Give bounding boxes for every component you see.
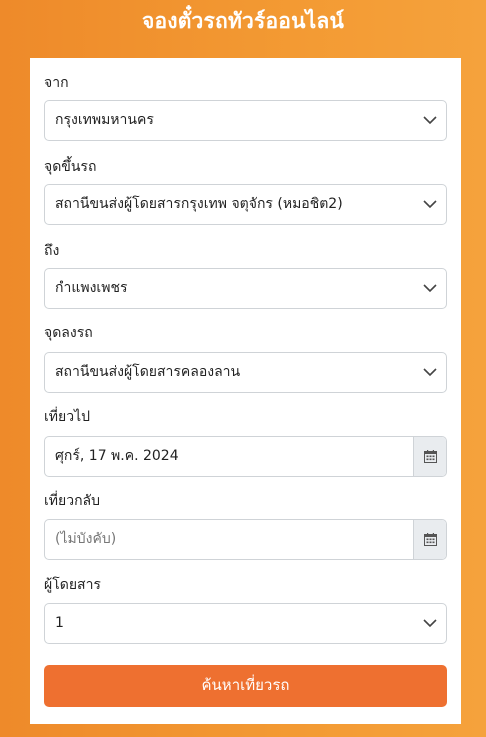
dropoff-label: จุดลงรถ: [44, 325, 93, 341]
calendar-icon: [424, 533, 437, 546]
boarding-select-value: สถานีขนส่งผู้โดยสารกรุงเทพ จตุจักร (หมอช…: [55, 196, 343, 212]
calendar-icon: [424, 450, 437, 463]
return-calendar-button[interactable]: [413, 520, 446, 559]
dropoff-select[interactable]: สถานีขนส่งผู้โดยสารคลองลาน: [44, 352, 447, 393]
depart-date-field: ศุกร์, 17 พ.ค. 2024: [44, 436, 447, 477]
chevron-down-icon: [423, 284, 437, 293]
from-label: จาก: [44, 75, 69, 91]
to-label: ถึง: [44, 243, 60, 259]
from-select-value: กรุงเทพมหานคร: [55, 112, 154, 128]
depart-label: เที่ยวไป: [44, 409, 91, 425]
search-trips-button[interactable]: ค้นหาเที่ยวรถ: [44, 665, 447, 707]
boarding-label: จุดขึ้นรถ: [44, 159, 97, 175]
depart-date-input[interactable]: ศุกร์, 17 พ.ค. 2024: [45, 437, 415, 476]
passengers-select-value: 1: [55, 615, 64, 631]
chevron-down-icon: [423, 619, 437, 628]
return-date-field: (ไม่บังคับ): [44, 519, 447, 560]
return-label: เที่ยวกลับ: [44, 493, 101, 509]
to-select[interactable]: กำแพงเพชร: [44, 268, 447, 309]
to-select-value: กำแพงเพชร: [55, 280, 128, 296]
booking-form-card: จาก กรุงเทพมหานคร จุดขึ้นรถ สถานีขนส่งผู…: [30, 58, 461, 724]
chevron-down-icon: [423, 116, 437, 125]
passengers-select[interactable]: 1: [44, 603, 447, 644]
depart-calendar-button[interactable]: [413, 437, 446, 476]
chevron-down-icon: [423, 368, 437, 377]
boarding-select[interactable]: สถานีขนส่งผู้โดยสารกรุงเทพ จตุจักร (หมอช…: [44, 184, 447, 225]
page-title: จองตั๋วรถทัวร์ออนไลน์: [141, 9, 345, 33]
from-select[interactable]: กรุงเทพมหานคร: [44, 100, 447, 141]
return-date-input[interactable]: (ไม่บังคับ): [45, 520, 415, 559]
dropoff-select-value: สถานีขนส่งผู้โดยสารคลองลาน: [55, 364, 241, 380]
passengers-label: ผู้โดยสาร: [44, 577, 101, 593]
chevron-down-icon: [423, 200, 437, 209]
